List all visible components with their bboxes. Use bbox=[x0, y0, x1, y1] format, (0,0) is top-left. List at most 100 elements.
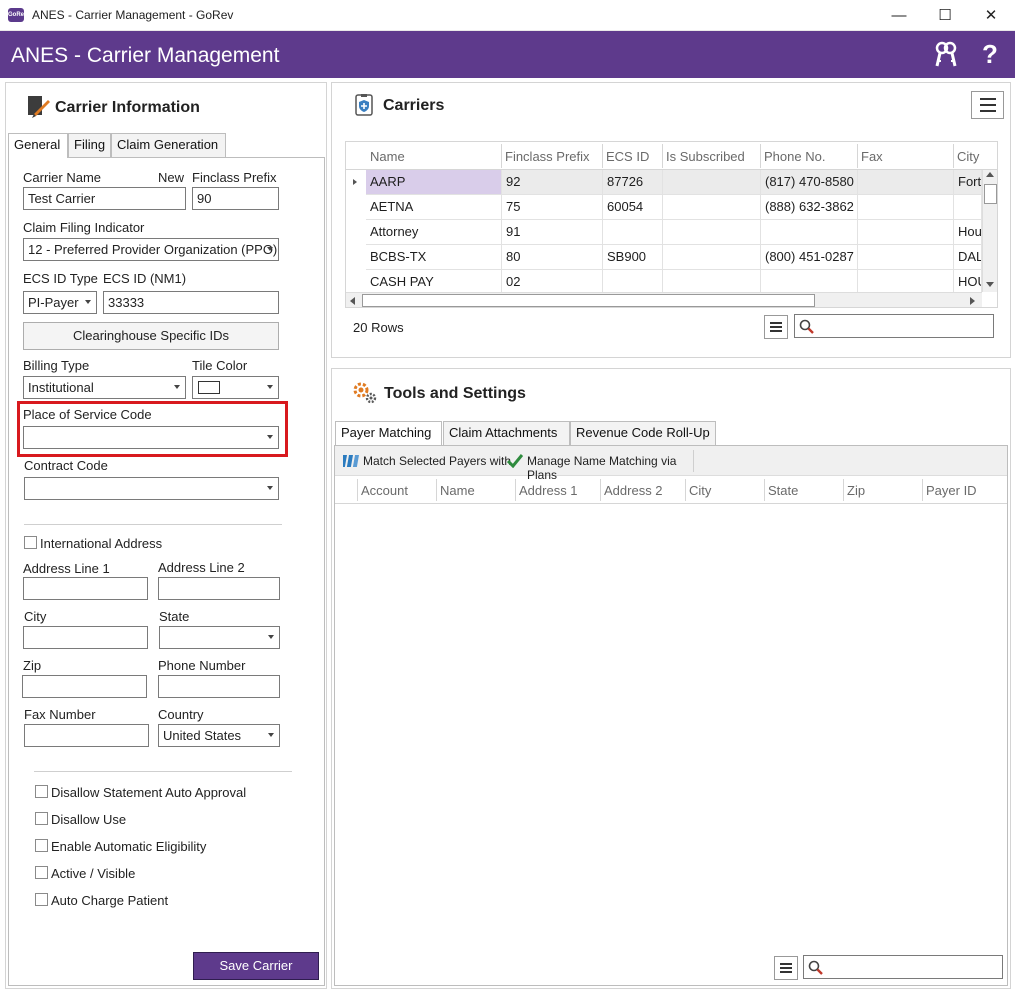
billing-type-select[interactable]: Institutional bbox=[23, 376, 186, 399]
zip-input[interactable] bbox=[22, 675, 147, 698]
address-line-2-input[interactable] bbox=[158, 577, 280, 600]
scroll-right-icon[interactable] bbox=[970, 297, 975, 305]
cell-finclass-prefix: 02 bbox=[502, 270, 603, 292]
col-state[interactable]: State bbox=[768, 483, 798, 498]
carrier-information-title: Carrier Information bbox=[55, 99, 200, 116]
scroll-down-icon[interactable] bbox=[986, 282, 994, 287]
ecs-id-type-select[interactable]: PI-Payer bbox=[23, 291, 97, 314]
table-row[interactable]: Attorney 91 Houston bbox=[346, 220, 982, 245]
keys-icon[interactable] bbox=[932, 39, 960, 69]
col-name[interactable]: Name bbox=[440, 483, 475, 498]
table-row[interactable]: AETNA 75 60054 (888) 632-3862 bbox=[346, 195, 982, 220]
tab-claim-generation[interactable]: Claim Generation bbox=[111, 133, 226, 157]
col-address-2[interactable]: Address 2 bbox=[604, 483, 663, 498]
close-button[interactable]: ✕ bbox=[968, 0, 1014, 31]
hamburger-icon bbox=[979, 98, 996, 112]
auto-charge-patient-checkbox[interactable] bbox=[35, 893, 48, 906]
scroll-left-icon[interactable] bbox=[350, 297, 355, 305]
match-selected-payers-label: Match Selected Payers with bbox=[363, 454, 512, 468]
col-ecs-id[interactable]: ECS ID bbox=[606, 149, 649, 164]
claim-filing-indicator-select[interactable]: 12 - Preferred Provider Organization (PP… bbox=[23, 238, 279, 261]
cell-city: Fort Worth bbox=[954, 170, 982, 195]
tab-payer-matching[interactable]: Payer Matching bbox=[335, 421, 442, 446]
col-account[interactable]: Account bbox=[361, 483, 408, 498]
horizontal-scrollbar[interactable] bbox=[346, 292, 982, 307]
scroll-thumb[interactable] bbox=[984, 184, 997, 204]
tab-general[interactable]: General bbox=[8, 133, 68, 158]
disallow-statement-auto-approval-checkbox[interactable] bbox=[35, 785, 48, 798]
cell-finclass-prefix: 75 bbox=[502, 195, 603, 220]
hamburger-icon bbox=[780, 963, 792, 973]
col-finclass-prefix[interactable]: Finclass Prefix bbox=[505, 149, 590, 164]
maximize-button[interactable]: ☐ bbox=[922, 0, 968, 31]
disallow-use-checkbox[interactable] bbox=[35, 812, 48, 825]
cell-fax bbox=[858, 220, 954, 245]
col-payer-id[interactable]: Payer ID bbox=[926, 483, 977, 498]
help-icon[interactable]: ? bbox=[982, 39, 1010, 69]
finclass-prefix-input[interactable]: 90 bbox=[192, 187, 279, 210]
column-chooser-button[interactable] bbox=[764, 315, 788, 339]
fax-number-input[interactable] bbox=[24, 724, 149, 747]
cell-fax bbox=[858, 195, 954, 220]
chevron-down-icon bbox=[267, 486, 273, 490]
disallow-use-label: Disallow Use bbox=[51, 812, 127, 827]
clearinghouse-specific-ids-button[interactable]: Clearinghouse Specific IDs bbox=[23, 322, 279, 350]
scroll-up-icon[interactable] bbox=[986, 172, 994, 177]
vertical-scrollbar[interactable] bbox=[982, 170, 997, 292]
manage-name-matching-button[interactable]: Manage Name Matching via Plans bbox=[503, 449, 693, 482]
table-row[interactable]: AARP 92 87726 (817) 470-8580 Fort Worth bbox=[346, 170, 982, 195]
col-divider bbox=[764, 479, 765, 501]
cell-city: Houston bbox=[954, 220, 982, 245]
payer-matching-grid-header: Account Name Address 1 Address 2 City St… bbox=[335, 477, 1007, 504]
international-address-label: International Address bbox=[40, 536, 163, 551]
table-row[interactable]: CASH PAY 02 HOUSTON bbox=[346, 270, 982, 292]
ecs-id-input[interactable]: 33333 bbox=[103, 291, 279, 314]
country-select[interactable]: United States bbox=[158, 724, 280, 747]
city-input[interactable] bbox=[23, 626, 148, 649]
tile-color-select[interactable] bbox=[192, 376, 279, 399]
col-phone-no[interactable]: Phone No. bbox=[764, 149, 825, 164]
contract-code-select[interactable] bbox=[24, 477, 279, 500]
search-icon bbox=[799, 319, 814, 334]
carriers-menu-button[interactable] bbox=[971, 91, 1004, 119]
col-fax[interactable]: Fax bbox=[861, 149, 883, 164]
international-address-checkbox[interactable] bbox=[24, 536, 37, 549]
table-row[interactable]: BCBS-TX 80 SB900 (800) 451-0287 DALLAS bbox=[346, 245, 982, 270]
payer-grid-column-chooser-button[interactable] bbox=[774, 956, 798, 980]
cell-is-subscribed bbox=[663, 270, 761, 292]
minimize-button[interactable]: — bbox=[876, 0, 922, 31]
place-of-service-select[interactable] bbox=[23, 426, 279, 449]
cell-name: Attorney bbox=[366, 220, 502, 245]
col-divider bbox=[857, 144, 858, 168]
col-zip[interactable]: Zip bbox=[847, 483, 865, 498]
active-visible-checkbox[interactable] bbox=[35, 866, 48, 879]
carrier-name-input[interactable]: Test Carrier bbox=[23, 187, 186, 210]
col-city[interactable]: City bbox=[689, 483, 711, 498]
payer-matching-toolbar: Match Selected Payers with Manage Name M… bbox=[335, 446, 1007, 482]
chevron-down-icon bbox=[268, 635, 274, 639]
address-line-1-input[interactable] bbox=[23, 577, 148, 600]
carriers-search-input[interactable] bbox=[794, 314, 994, 338]
app-header: ANES - Carrier Management ? bbox=[0, 31, 1015, 78]
payer-grid-search-input[interactable] bbox=[803, 955, 1003, 979]
cell-fax bbox=[858, 170, 954, 195]
save-carrier-button[interactable]: Save Carrier bbox=[193, 952, 319, 980]
cell-is-subscribed bbox=[663, 220, 761, 245]
tab-revenue-code-roll-up[interactable]: Revenue Code Roll-Up bbox=[570, 421, 716, 445]
scroll-thumb[interactable] bbox=[362, 294, 815, 307]
col-is-subscribed[interactable]: Is Subscribed bbox=[666, 149, 745, 164]
active-tab-gap bbox=[9, 157, 67, 159]
tab-filing[interactable]: Filing bbox=[68, 133, 111, 157]
phone-number-input[interactable] bbox=[158, 675, 280, 698]
col-city[interactable]: City bbox=[957, 149, 979, 164]
enable-automatic-eligibility-checkbox[interactable] bbox=[35, 839, 48, 852]
col-name[interactable]: Name bbox=[370, 149, 405, 164]
carrier-info-tabs: General Filing Claim Generation bbox=[8, 133, 326, 158]
tab-claim-attachments[interactable]: Claim Attachments bbox=[443, 421, 570, 445]
col-divider bbox=[602, 144, 603, 168]
col-address-1[interactable]: Address 1 bbox=[519, 483, 578, 498]
state-select[interactable] bbox=[159, 626, 280, 649]
col-divider bbox=[843, 479, 844, 501]
divider bbox=[34, 771, 292, 772]
col-divider bbox=[436, 479, 437, 501]
